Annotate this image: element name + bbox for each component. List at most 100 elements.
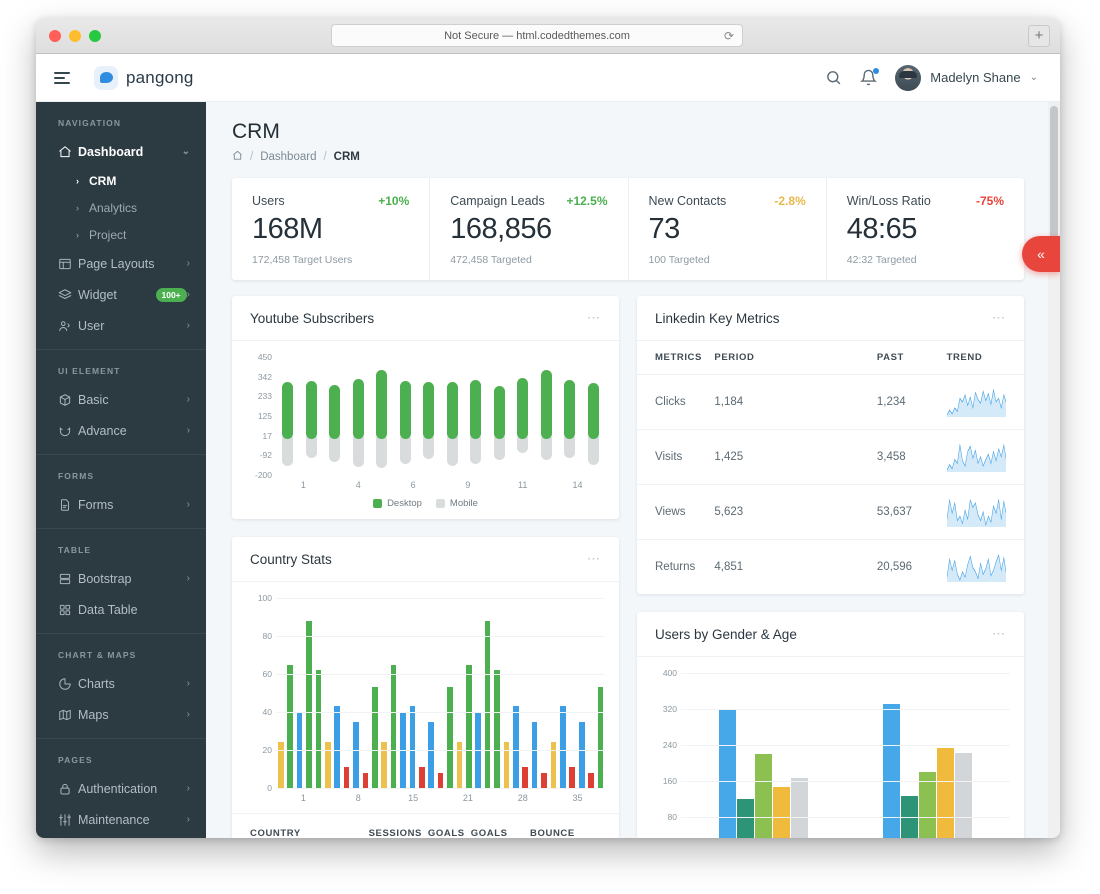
home-icon[interactable] [232, 150, 243, 164]
sidebar-item-label: Widget [78, 288, 148, 302]
x-tick: 11 [495, 480, 550, 490]
sidebar-item-page-layouts[interactable]: Page Layouts› [36, 248, 206, 279]
bar-column [304, 598, 313, 788]
card-header: Country Stats ⋯ [232, 537, 619, 582]
sparkline-icon [947, 552, 1006, 582]
sidebar-item-maintenance[interactable]: Maintenance› [36, 804, 206, 835]
sidebar-item-label: Page Layouts [78, 257, 187, 271]
sidebar-item-label: Basic [78, 393, 187, 407]
gender-age-chart: 080160240320400 FemaleMale 12345 [637, 657, 1024, 838]
sidebar-subitem-label: CRM [89, 174, 116, 188]
sidebar-item-authentication[interactable]: Authentication› [36, 773, 206, 804]
breadcrumb-item-dashboard[interactable]: Dashboard [260, 151, 316, 163]
sidebar-subitem-analytics[interactable]: ›Analytics [36, 194, 206, 221]
vertical-scrollbar[interactable] [1048, 102, 1060, 838]
card-menu-icon[interactable]: ⋯ [992, 626, 1006, 642]
sidebar-item-dashboard[interactable]: Dashboard⌄ [36, 136, 206, 167]
box-icon [58, 393, 78, 407]
browser-titlebar: Not Secure — html.codedthemes.com ⟳ + [36, 18, 1060, 54]
cell-progress [776, 375, 877, 430]
bar-desktop [376, 370, 387, 439]
chevron-icon: › [187, 573, 190, 584]
bar-column [530, 598, 539, 788]
table-row[interactable]: Clicks1,1841,234 [637, 375, 1024, 430]
country-table-column-header: SESSIONS [369, 828, 428, 838]
sidebar-item-widget[interactable]: Widget100+› [36, 279, 206, 310]
x-tick: 28 [495, 793, 550, 803]
bar-desktop [400, 381, 411, 439]
bar [791, 778, 808, 838]
card-title: Users by Gender & Age [655, 627, 797, 642]
x-tick: 1 [276, 793, 331, 803]
stat-subtext: 42:32 Targeted [847, 254, 1004, 266]
maximize-window-button[interactable] [89, 30, 101, 42]
legend-label: Mobile [450, 498, 478, 509]
chevron-right-icon: › [76, 176, 79, 186]
table-row[interactable]: Visits1,4253,458 [637, 430, 1024, 485]
sidebar-subitem-crm[interactable]: › CRM [36, 167, 206, 194]
sidebar-item-basic[interactable]: Basic› [36, 384, 206, 415]
sidebar-item-user[interactable]: User› [36, 310, 206, 341]
card-title: Linkedin Key Metrics [655, 311, 780, 326]
sidebar-item-label: Maps [78, 708, 187, 722]
y-tick: 450 [258, 352, 272, 362]
bar [344, 767, 350, 788]
bar-column [511, 598, 520, 788]
bar-desktop [564, 380, 575, 439]
chevron-icon: ⌄ [182, 146, 190, 157]
sidebar-item-data-table[interactable]: Data Table [36, 594, 206, 625]
sparkline-icon [947, 497, 1006, 527]
stat-label: Campaign Leads [450, 194, 545, 208]
y-tick: 17 [263, 431, 272, 441]
bar-column [535, 357, 559, 475]
cell-period: 5,623 [714, 485, 776, 540]
sidebar-section-caption: CHART & MAPS [36, 634, 206, 668]
user-menu[interactable]: Madelyn Shane ⌄ [895, 65, 1038, 91]
stat-delta: -2.8% [774, 194, 805, 208]
y-tick: 80 [263, 631, 272, 641]
sidebar[interactable]: NAVIGATIONDashboard⌄›CRM›Analytics›Proje… [36, 102, 206, 838]
bar-desktop [541, 370, 552, 439]
sidebar-item-forms[interactable]: Forms› [36, 489, 206, 520]
stat-label: Users [252, 194, 285, 208]
hamburger-icon[interactable] [54, 69, 72, 87]
sidebar-item-charts[interactable]: Charts› [36, 668, 206, 699]
y-tick: 0 [267, 783, 272, 793]
card-header: Linkedin Key Metrics ⋯ [637, 296, 1024, 341]
home-icon [58, 145, 78, 159]
window-traffic-lights[interactable] [49, 30, 101, 42]
minimize-window-button[interactable] [69, 30, 81, 42]
stat-card: New Contacts-2.8%73100 Targeted [629, 178, 827, 280]
cell-past: 20,596 [877, 540, 947, 595]
bar [428, 722, 434, 789]
search-icon[interactable] [825, 69, 842, 86]
reload-icon[interactable]: ⟳ [724, 29, 734, 43]
table-row[interactable]: Views5,62353,637 [637, 485, 1024, 540]
new-tab-button[interactable]: + [1028, 25, 1050, 47]
country-table-column-header: COUNTRY [250, 828, 369, 838]
legend-item[interactable]: Desktop [373, 498, 422, 509]
gridline [681, 709, 1010, 710]
sidebar-subitem-label: Analytics [89, 201, 137, 215]
collapse-panel-button[interactable]: « [1022, 236, 1060, 272]
card-menu-icon[interactable]: ⋯ [587, 551, 601, 567]
map-icon [58, 708, 78, 722]
sparkline-icon [947, 442, 1006, 472]
address-bar[interactable]: Not Secure — html.codedthemes.com ⟳ [331, 24, 743, 47]
legend-item[interactable]: Mobile [436, 498, 478, 509]
sidebar-item-label: Authentication [78, 782, 187, 796]
scrollbar-thumb[interactable] [1050, 106, 1058, 256]
linkedin-metrics-table: METRICSPERIODPASTTREND Clicks1,1841,234V… [637, 341, 1024, 594]
page-title: CRM [232, 120, 1024, 144]
sidebar-subitem-project[interactable]: ›Project [36, 221, 206, 248]
close-window-button[interactable] [49, 30, 61, 42]
y-tick: 320 [663, 704, 677, 714]
sidebar-item-advance[interactable]: Advance› [36, 415, 206, 446]
brand[interactable]: pangong [94, 66, 194, 90]
sidebar-item-maps[interactable]: Maps› [36, 699, 206, 730]
table-row[interactable]: Returns4,85120,596 [637, 540, 1024, 595]
bell-icon[interactable] [860, 69, 877, 86]
card-menu-icon[interactable]: ⋯ [587, 310, 601, 326]
sidebar-item-bootstrap[interactable]: Bootstrap› [36, 563, 206, 594]
card-menu-icon[interactable]: ⋯ [992, 310, 1006, 326]
